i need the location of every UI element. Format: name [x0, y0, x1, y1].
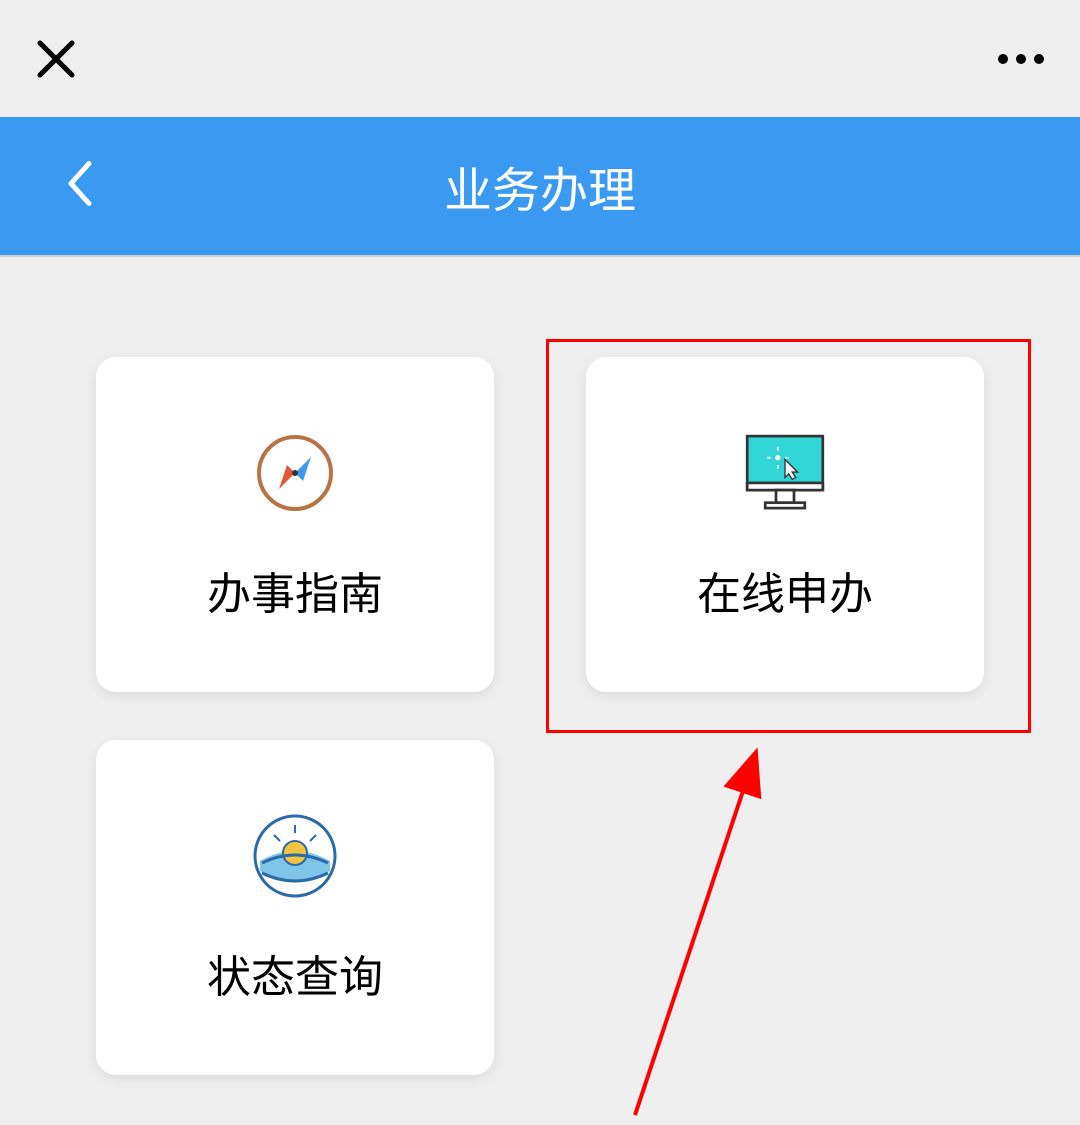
more-icon[interactable] — [998, 54, 1044, 64]
close-icon[interactable] — [36, 39, 76, 79]
card-label: 在线申办 — [697, 558, 873, 622]
compass-icon — [250, 428, 340, 518]
card-label: 状态查询 — [207, 941, 383, 1005]
card-online-apply[interactable]: 在线申办 — [586, 357, 984, 692]
back-icon[interactable] — [65, 160, 95, 213]
card-guide[interactable]: 办事指南 — [96, 357, 494, 692]
page-title: 业务办理 — [0, 151, 1080, 221]
card-label: 办事指南 — [207, 558, 383, 622]
card-status-query[interactable]: 状态查询 — [96, 740, 494, 1075]
sunrise-icon — [250, 811, 340, 901]
content-area: 办事指南 在线申办 — [0, 257, 1080, 1075]
monitor-icon — [740, 428, 830, 518]
page-header: 业务办理 — [0, 117, 1080, 257]
system-top-bar — [0, 0, 1080, 117]
